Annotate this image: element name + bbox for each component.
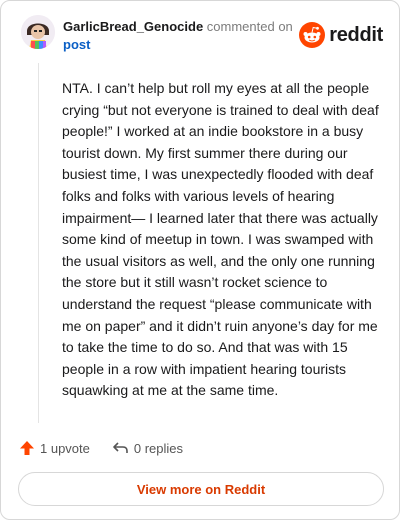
upvote-count: 1 upvote — [40, 440, 90, 456]
comment-body: NTA. I can’t help but roll my eyes at al… — [62, 80, 379, 399]
upvote-button[interactable]: 1 upvote — [19, 440, 90, 456]
embedded-comment-card: GarlicBread_Genocide commented on post r… — [0, 0, 400, 520]
upvote-arrow-icon — [20, 441, 34, 455]
reddit-logo[interactable]: reddit — [299, 22, 383, 48]
brand-name: reddit — [329, 23, 383, 46]
reply-arrow-icon — [113, 442, 128, 453]
reddit-snoo-icon — [299, 22, 326, 48]
view-more-button[interactable]: View more on Reddit — [18, 472, 384, 506]
comment-header: GarlicBread_Genocide commented on post r… — [21, 15, 385, 59]
avatar[interactable] — [21, 15, 55, 49]
post-link[interactable]: post — [63, 37, 90, 52]
comment-meta: GarlicBread_Genocide commented on post — [63, 18, 293, 54]
reply-count: 0 replies — [133, 440, 184, 456]
reply-button[interactable]: 0 replies — [112, 440, 183, 456]
thread-line — [38, 63, 39, 423]
comment-actions: 1 upvote 0 replies — [19, 437, 183, 459]
username-link[interactable]: GarlicBread_Genocide — [63, 19, 203, 34]
action-text: commented on — [206, 19, 293, 34]
avatar-image — [21, 15, 55, 49]
